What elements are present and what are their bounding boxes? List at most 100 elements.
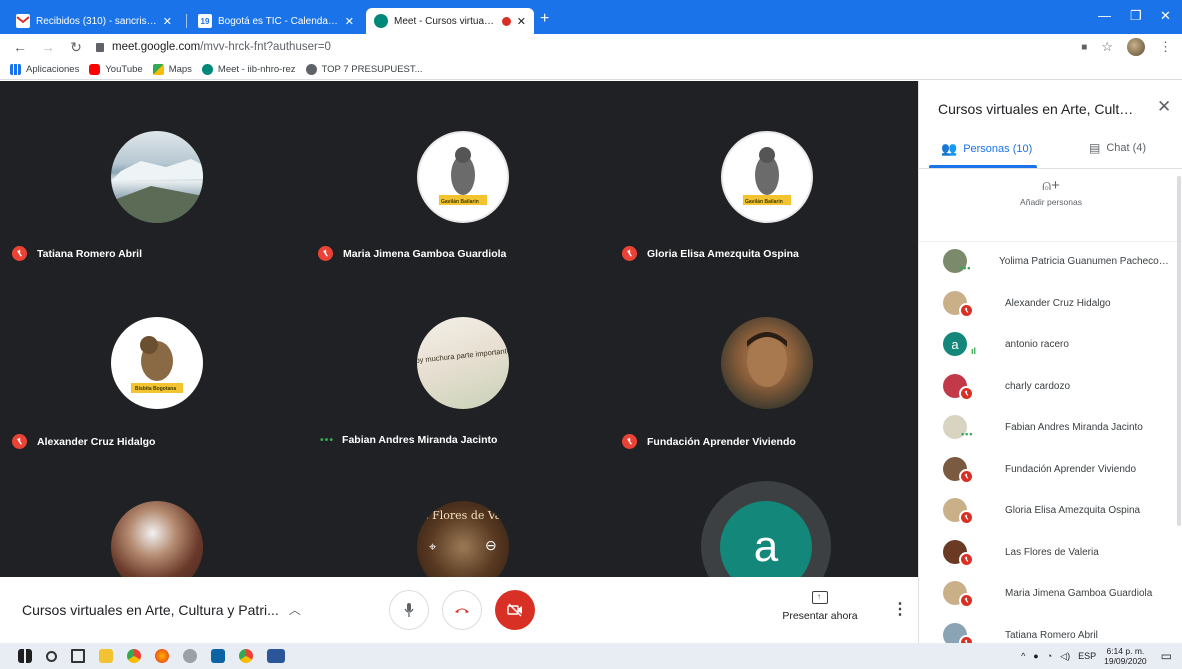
camera-off-icon	[507, 603, 522, 617]
address-bar: ← → ↻ meet.google.com/mvv-hrck-fnt?authu…	[0, 34, 1182, 60]
list-item[interactable]: Maria Jimena Gamboa Guardiola	[919, 573, 1182, 615]
participant-name: Fabian Andres Miranda Jacinto	[1005, 422, 1143, 434]
avatar-caption: Bisbita Bogotana	[135, 386, 177, 392]
tab-label: Bogotá es TIC - Calendar - sábad	[218, 15, 339, 27]
camera-toggle-button[interactable]	[495, 590, 535, 630]
minimize-icon[interactable]: —	[1098, 8, 1111, 23]
input-language[interactable]: ESP	[1078, 651, 1096, 661]
avatar-caption: hoy muchura parte importante de la magia	[417, 342, 509, 366]
add-people-button[interactable]: ⍝+ Añadir personas	[1011, 177, 1091, 207]
new-tab-button[interactable]: +	[540, 10, 549, 28]
mic-toggle-button[interactable]	[389, 590, 429, 630]
participant-name: Fundación Aprender Viviendo	[1005, 463, 1137, 475]
close-icon[interactable]: ✕	[517, 15, 526, 28]
participant-list: ••• Yolima Patricia Guanumen Pacheco S..…	[919, 241, 1182, 643]
list-item[interactable]: ••• Fabian Andres Miranda Jacinto	[919, 407, 1182, 449]
participant-tile[interactable]: Tatiana Romero Abril	[0, 81, 306, 261]
participant-name: Yolima Patricia Guanumen Pacheco S...	[999, 256, 1171, 268]
url-path: /mvv-hrck-fnt?authuser=0	[200, 41, 331, 53]
list-item[interactable]: charly cardozo	[919, 366, 1182, 408]
maximize-icon[interactable]: ❐	[1130, 8, 1142, 24]
window-close-icon[interactable]: ✕	[1160, 8, 1171, 24]
lock-icon	[96, 42, 104, 52]
notifications-icon[interactable]: ▭	[1161, 649, 1172, 663]
chrome-icon[interactable]	[127, 649, 141, 663]
volume-icon[interactable]: ◁)	[1060, 651, 1070, 662]
participant-tile[interactable]: a	[612, 461, 918, 577]
globe-icon	[305, 64, 317, 75]
tab-gmail[interactable]: Recibidos (310) - sancristobal@s ✕	[8, 8, 180, 34]
clock[interactable]: 6:14 p. m. 19/09/2020	[1104, 646, 1147, 666]
url-field[interactable]: meet.google.com/mvv-hrck-fnt?authuser=0	[96, 41, 331, 53]
network-icon[interactable]: ◔	[1047, 651, 1052, 661]
bookmark-meet[interactable]: Meet - iib-nhro-rez	[201, 64, 296, 75]
file-explorer-icon[interactable]	[99, 649, 113, 663]
windows-start-icon[interactable]	[18, 649, 32, 663]
chevron-up-icon[interactable]: ^	[1021, 651, 1025, 661]
more-options-icon[interactable]: ⋮	[892, 599, 908, 619]
meeting-details-toggle[interactable]: Cursos virtuales en Arte, Cultura y Patr…	[22, 601, 301, 618]
mail-icon[interactable]	[211, 649, 225, 663]
participant-tile[interactable]: Gavilán Bailarín Maria Jimena Gamboa Gua…	[306, 81, 612, 261]
menu-icon[interactable]: ⋮	[1159, 39, 1172, 55]
youtube-icon	[89, 64, 101, 75]
close-icon[interactable]: ✕	[345, 15, 354, 28]
tab-chat[interactable]: ▤ Chat (4)	[1089, 141, 1146, 155]
list-item[interactable]: ••• Yolima Patricia Guanumen Pacheco S..…	[919, 241, 1182, 283]
close-icon[interactable]: ✕	[163, 15, 172, 28]
mic-icon	[404, 603, 414, 617]
participant-tile[interactable]: Fundación Aprender Viviendo	[612, 271, 918, 451]
pin-icon[interactable]: ⌖	[429, 539, 436, 555]
participant-name: Gloria Elisa Amezquita Ospina	[647, 247, 799, 260]
participant-name: antonio racero	[1005, 339, 1069, 351]
bookmark-apps[interactable]: Aplicaciones	[10, 64, 79, 75]
list-item[interactable]: Las Flores de Valeria	[919, 532, 1182, 574]
bookmark-maps[interactable]: Maps	[152, 64, 192, 75]
back-icon[interactable]: ←	[12, 39, 28, 55]
reload-icon[interactable]: ↻	[68, 39, 84, 56]
firefox-icon[interactable]	[155, 649, 169, 663]
profile-avatar[interactable]	[1127, 38, 1145, 56]
panel-scrollbar[interactable]	[1177, 176, 1181, 526]
participant-tile[interactable]: Gavilán Bailarín Gloria Elisa Amezquita …	[612, 81, 918, 261]
participant-avatar	[111, 131, 203, 223]
microphone-tray-icon[interactable]: ●	[1033, 651, 1038, 661]
list-item[interactable]: Gloria Elisa Amezquita Ospina	[919, 490, 1182, 532]
list-item[interactable]: Fundación Aprender Viviendo	[919, 449, 1182, 491]
tab-meet[interactable]: Meet - Cursos virtuales en A ✕	[366, 8, 534, 34]
list-item[interactable]: a ıl antonio racero	[919, 324, 1182, 366]
search-icon[interactable]	[46, 650, 57, 662]
participant-tile[interactable]	[0, 461, 306, 577]
add-person-icon: ⍝+	[1042, 177, 1060, 194]
system-tray: ^ ● ◔ ◁) ESP 6:14 p. m. 19/09/2020 ▭	[1021, 646, 1172, 666]
os-taskbar: ^ ● ◔ ◁) ESP 6:14 p. m. 19/09/2020 ▭	[0, 643, 1182, 669]
avatar-caption: Gavilán Bailarín	[745, 199, 783, 205]
camera-icon[interactable]: ■	[1081, 42, 1087, 53]
word-icon[interactable]	[267, 649, 285, 663]
list-item[interactable]: Alexander Cruz Hidalgo	[919, 283, 1182, 325]
task-view-icon[interactable]	[71, 649, 85, 663]
participant-tile[interactable]: Bisbita Bogotana Alexander Cruz Hidalgo	[0, 271, 306, 451]
speaking-indicator-icon: •••	[320, 434, 335, 446]
participant-name: Alexander Cruz Hidalgo	[37, 435, 156, 448]
hang-up-icon	[455, 608, 469, 613]
present-now-button[interactable]: ↑ Presentar ahora	[780, 591, 860, 622]
participant-tile[interactable]: hoy muchura parte importante de la magia…	[306, 271, 612, 451]
star-icon[interactable]: ☆	[1101, 39, 1113, 55]
tab-calendar[interactable]: 19 Bogotá es TIC - Calendar - sábad ✕	[190, 8, 362, 34]
forward-icon[interactable]: →	[40, 39, 56, 55]
participant-tile[interactable]: s Flores de Valer ⌖ ⊖	[306, 461, 612, 577]
bookmark-youtube[interactable]: YouTube	[89, 64, 143, 75]
end-call-button[interactable]	[442, 590, 482, 630]
tab-people[interactable]: 👥 Personas (10)	[941, 141, 1032, 157]
remove-icon[interactable]: ⊖	[485, 537, 497, 554]
app-icon[interactable]	[183, 649, 197, 663]
list-item[interactable]: Tatiana Romero Abril	[919, 615, 1182, 643]
bookmark-presupuesto[interactable]: TOP 7 PRESUPUEST...	[305, 64, 423, 75]
chrome-profile-icon[interactable]	[239, 649, 253, 663]
tab-label: Meet - Cursos virtuales en A	[394, 15, 496, 27]
participant-name: Fundación Aprender Viviendo	[647, 435, 796, 448]
meeting-title: Cursos virtuales en Arte, Cultura y Patr…	[22, 601, 279, 618]
video-grid: Tatiana Romero Abril Gavilán Bailarín Ma…	[0, 81, 918, 577]
close-panel-icon[interactable]: ✕	[1157, 97, 1171, 117]
